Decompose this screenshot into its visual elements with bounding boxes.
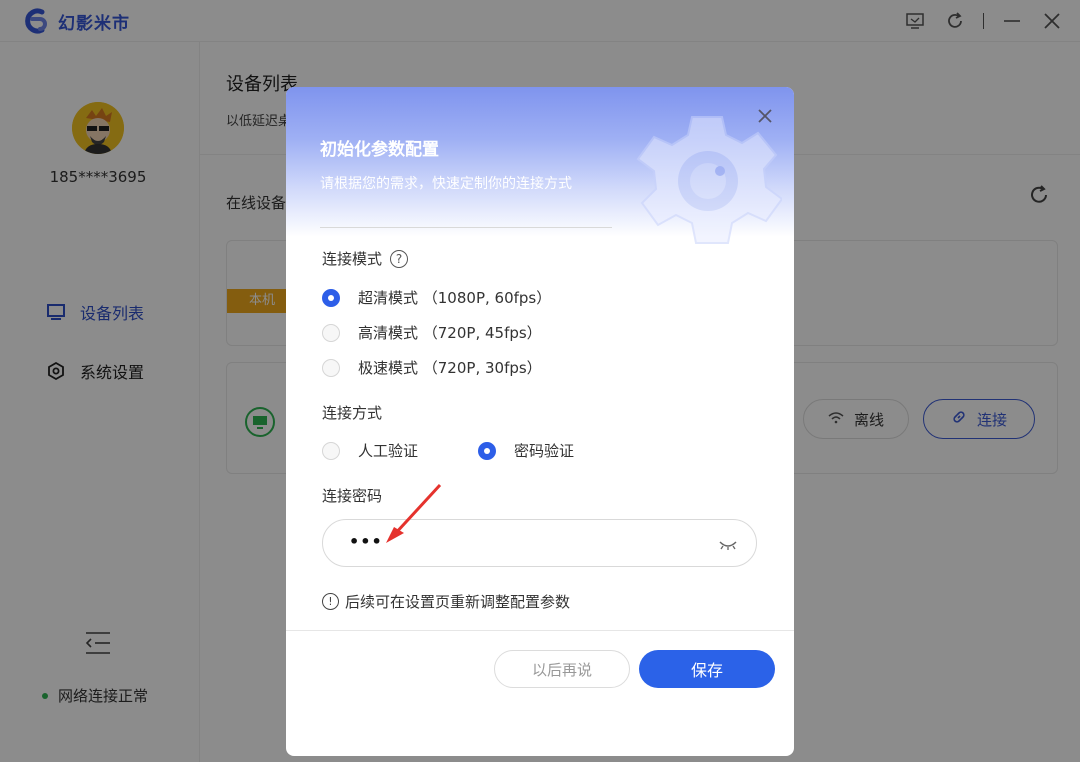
save-button[interactable]: 保存	[639, 650, 775, 688]
mode-option-ultra[interactable]: 超清模式 （1080P, 60fps）	[322, 287, 551, 308]
eye-closed-icon[interactable]	[718, 537, 738, 551]
method-option-manual[interactable]: 人工验证	[322, 440, 418, 461]
section-label: 连接方式	[322, 404, 383, 422]
radio-button[interactable]	[322, 441, 340, 460]
radio-button[interactable]	[478, 441, 496, 460]
help-icon[interactable]: ?	[390, 249, 409, 268]
info-icon: !	[322, 593, 339, 610]
section-label: 连接密码	[322, 487, 383, 505]
radio-button[interactable]	[322, 323, 340, 342]
mode-option-hd[interactable]: 高清模式 （720P, 45fps）	[322, 322, 542, 343]
method-option-label: 人工验证	[358, 442, 419, 460]
mode-option-label: 高清模式 （720P, 45fps）	[358, 324, 542, 342]
divider	[286, 630, 794, 631]
mode-option-label: 超清模式 （1080P, 60fps）	[358, 289, 552, 307]
mode-option-fast[interactable]: 极速模式 （720P, 30fps）	[322, 357, 542, 378]
password-value: •••	[349, 532, 383, 551]
radio-button[interactable]	[322, 288, 340, 307]
connection-method-label: 连接方式	[322, 402, 382, 423]
method-option-label: 密码验证	[514, 442, 575, 460]
connection-mode-label: 连接模式 ?	[322, 248, 409, 269]
dialog-title: 初始化参数配置	[320, 140, 439, 160]
radio-button[interactable]	[322, 358, 340, 377]
settings-hint: ! 后续可在设置页重新调整配置参数	[322, 591, 570, 612]
later-button[interactable]: 以后再说	[494, 650, 630, 688]
hint-text: 后续可在设置页重新调整配置参数	[345, 593, 571, 611]
dialog-subtitle: 请根据您的需求，快速定制你的连接方式	[320, 176, 572, 192]
init-config-dialog: 初始化参数配置 请根据您的需求，快速定制你的连接方式 连接模式 ? 超清模式 （…	[286, 87, 794, 756]
password-label: 连接密码	[322, 485, 382, 506]
section-label: 连接模式	[322, 250, 383, 268]
dialog-close-icon[interactable]	[756, 107, 774, 125]
mode-option-label: 极速模式 （720P, 30fps）	[358, 359, 542, 377]
annotation-arrow-icon	[382, 483, 446, 547]
method-option-password[interactable]: 密码验证	[478, 440, 574, 461]
dialog-header: 初始化参数配置 请根据您的需求，快速定制你的连接方式	[286, 87, 794, 244]
gear-decoration-icon	[602, 107, 784, 247]
divider	[320, 227, 612, 228]
